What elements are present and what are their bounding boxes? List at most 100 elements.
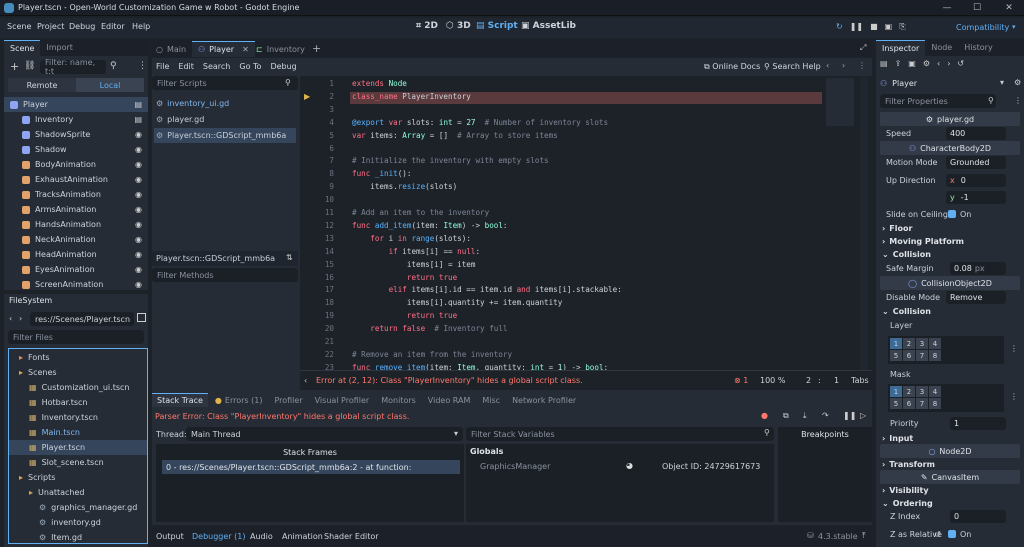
script-menu-go-to[interactable]: Go To <box>239 62 261 71</box>
up-y-field[interactable]: y -1 <box>946 190 1006 204</box>
collision-section[interactable]: ⌄ Collision <box>876 247 1024 261</box>
characterbody2d-header[interactable]: ⚇ CharacterBody2D <box>880 141 1020 155</box>
bottom-tab[interactable]: Audio <box>250 532 273 541</box>
copy-icon[interactable]: ⧉ <box>783 411 789 421</box>
save-icon[interactable]: ▣ <box>908 59 916 68</box>
layer-cell[interactable]: 2 <box>903 338 915 349</box>
eye-icon[interactable]: ◉ <box>135 265 142 274</box>
renderer-select[interactable]: Compatibility <box>956 23 1009 32</box>
script-filter-input[interactable]: Filter Scripts <box>152 76 298 90</box>
step-over-icon[interactable]: ↷ <box>822 411 829 420</box>
file-item[interactable]: ⚙ graphics_manager.gd <box>9 500 147 515</box>
filter-options-icon[interactable]: ⚲ <box>110 61 117 71</box>
chevron-down-icon[interactable]: ▾ <box>1000 78 1004 87</box>
variable-value[interactable]: Object ID: 24729617673 <box>662 462 760 471</box>
scene-node[interactable]: Shadow ◉ <box>4 142 148 157</box>
file-item[interactable]: ▦ Hotbar.tscn <box>9 395 147 410</box>
error-count[interactable]: ⊗ 1 <box>734 376 748 385</box>
layer-cell[interactable]: 4 <box>929 338 941 349</box>
workspace-script[interactable]: ▤ Script <box>476 21 518 31</box>
history-icon[interactable]: ↺ <box>957 59 964 68</box>
prefs-icon[interactable]: ⚙ <box>923 59 930 68</box>
script-menu-file[interactable]: File <box>156 62 169 71</box>
remote-button[interactable]: Remote <box>8 78 76 92</box>
next-script-icon[interactable]: › <box>842 61 845 70</box>
layer-cell[interactable]: 3 <box>916 338 928 349</box>
file-item[interactable]: ⚙ inventory.gd <box>9 515 147 530</box>
visibility-icon[interactable]: ◉ <box>135 145 142 154</box>
menu-dots-icon[interactable]: ⋮ <box>1010 392 1018 401</box>
stack-variables-filter[interactable]: Filter Stack Variables <box>466 427 774 441</box>
menu-scene[interactable]: Scene <box>7 22 31 31</box>
object-menu-icon[interactable]: ⚙ <box>1014 78 1021 87</box>
split-view-icon[interactable] <box>137 313 146 322</box>
tab-history[interactable]: History <box>958 40 998 56</box>
layer-cell[interactable]: 6 <box>903 350 915 361</box>
moving-platform-section[interactable]: › Moving Platform <box>876 234 1024 248</box>
close-tab-icon[interactable]: ✕ <box>242 45 249 54</box>
layer-cell[interactable]: 3 <box>916 386 928 397</box>
tab-inspector[interactable]: Inspector <box>876 40 926 56</box>
menu-editor[interactable]: Editor <box>101 22 125 31</box>
file-item[interactable]: ▸ Unattached <box>9 485 147 500</box>
search-help-link[interactable]: ⚲ Search Help <box>764 62 821 71</box>
code-line[interactable]: func add_item(item: Item) -> bool: <box>352 221 508 230</box>
code-line[interactable]: # Remove an item from the inventory <box>352 350 512 359</box>
scene-node[interactable]: NeckAnimation ◉ <box>4 232 148 247</box>
zoom-level[interactable]: 100 % <box>760 376 785 385</box>
workspace-2d[interactable]: ⌗ 2D <box>416 21 438 31</box>
script-item[interactable]: ⚙ player.gd <box>154 112 296 127</box>
eye-icon[interactable]: ◉ <box>135 175 142 184</box>
menu-dots-icon[interactable]: ⋮ <box>1010 344 1018 353</box>
bottom-tab[interactable]: Animation <box>282 532 323 541</box>
script-menu-edit[interactable]: Edit <box>178 62 194 71</box>
code-line[interactable]: return true <box>352 311 457 320</box>
node2d-header[interactable]: ○ Node2D <box>880 444 1020 458</box>
break-icon[interactable]: ❚❚ <box>843 411 856 420</box>
eye-icon[interactable]: ◉ <box>135 205 142 214</box>
visibility-section[interactable]: › Visibility <box>876 483 1024 497</box>
eye-icon[interactable]: ◉ <box>135 250 142 259</box>
file-item[interactable]: ▦ Main.tscn <box>9 425 147 440</box>
minimize-icon[interactable]: — <box>932 0 962 16</box>
code-line[interactable]: for i in range(slots): <box>352 234 471 243</box>
stop-icon[interactable]: ■ <box>870 22 878 32</box>
forward-icon[interactable]: › <box>19 314 22 323</box>
eye-icon[interactable]: ◉ <box>135 235 142 244</box>
collisionobject2d-header[interactable]: ◯ CollisionObject2D <box>880 276 1020 290</box>
collapse-icon[interactable]: ‹ <box>304 376 307 385</box>
code-line[interactable]: elif items[i].id == item.id and items[i]… <box>352 285 622 294</box>
pause-icon[interactable]: ❚❚ <box>850 22 863 32</box>
stack-frame-row[interactable]: 0 - res://Scenes/Player.tscn::GDScript_m… <box>162 460 460 474</box>
speed-field[interactable]: 400 <box>946 126 1006 140</box>
menu-dots-icon[interactable]: ⋮ <box>1014 96 1022 105</box>
prev-script-icon[interactable]: ‹ <box>826 61 829 70</box>
load-icon[interactable]: ⇪ <box>895 59 902 68</box>
layer-cell[interactable]: 1 <box>890 386 902 397</box>
record-icon[interactable]: ● <box>761 411 768 420</box>
debugger-tab[interactable]: Monitors <box>376 394 421 407</box>
collision-layers-section[interactable]: ⌄ Collision <box>876 304 1024 318</box>
file-item[interactable]: ▸ Scenes <box>9 365 147 380</box>
property-filter-input[interactable]: Filter Properties <box>880 94 996 108</box>
scene-node[interactable]: TracksAnimation ◉ <box>4 187 148 202</box>
layer-cell[interactable]: 8 <box>929 350 941 361</box>
add-node-icon[interactable]: + <box>10 60 19 73</box>
code-line[interactable]: items[i].quantity += item.quantity <box>352 298 562 307</box>
scene-node[interactable]: HandsAnimation ◉ <box>4 217 148 232</box>
eye-icon[interactable]: ◉ <box>135 190 142 199</box>
debugger-tab[interactable]: Network Profiler <box>507 394 581 407</box>
slide-checkbox[interactable] <box>948 210 956 218</box>
file-item[interactable]: ▦ Inventory.tscn <box>9 410 147 425</box>
scene-node[interactable]: EyesAnimation ◉ <box>4 262 148 277</box>
layer-cell[interactable]: 2 <box>903 386 915 397</box>
script-menu-debug[interactable]: Debug <box>270 62 296 71</box>
code-line[interactable]: items.resize(slots) <box>352 182 457 191</box>
layer-cell[interactable]: 7 <box>916 398 928 409</box>
code-line[interactable]: return true <box>352 273 457 282</box>
path-field[interactable]: res://Scenes/Player.tscn <box>30 312 134 326</box>
indent-mode[interactable]: Tabs <box>851 376 869 385</box>
code-editor[interactable]: ▶ 1 extends Node 2 class_name PlayerInvento… <box>300 76 872 370</box>
code-line[interactable]: items[i] = item <box>352 260 476 269</box>
canvasitem-header[interactable]: ✎ CanvasItem <box>880 470 1020 484</box>
